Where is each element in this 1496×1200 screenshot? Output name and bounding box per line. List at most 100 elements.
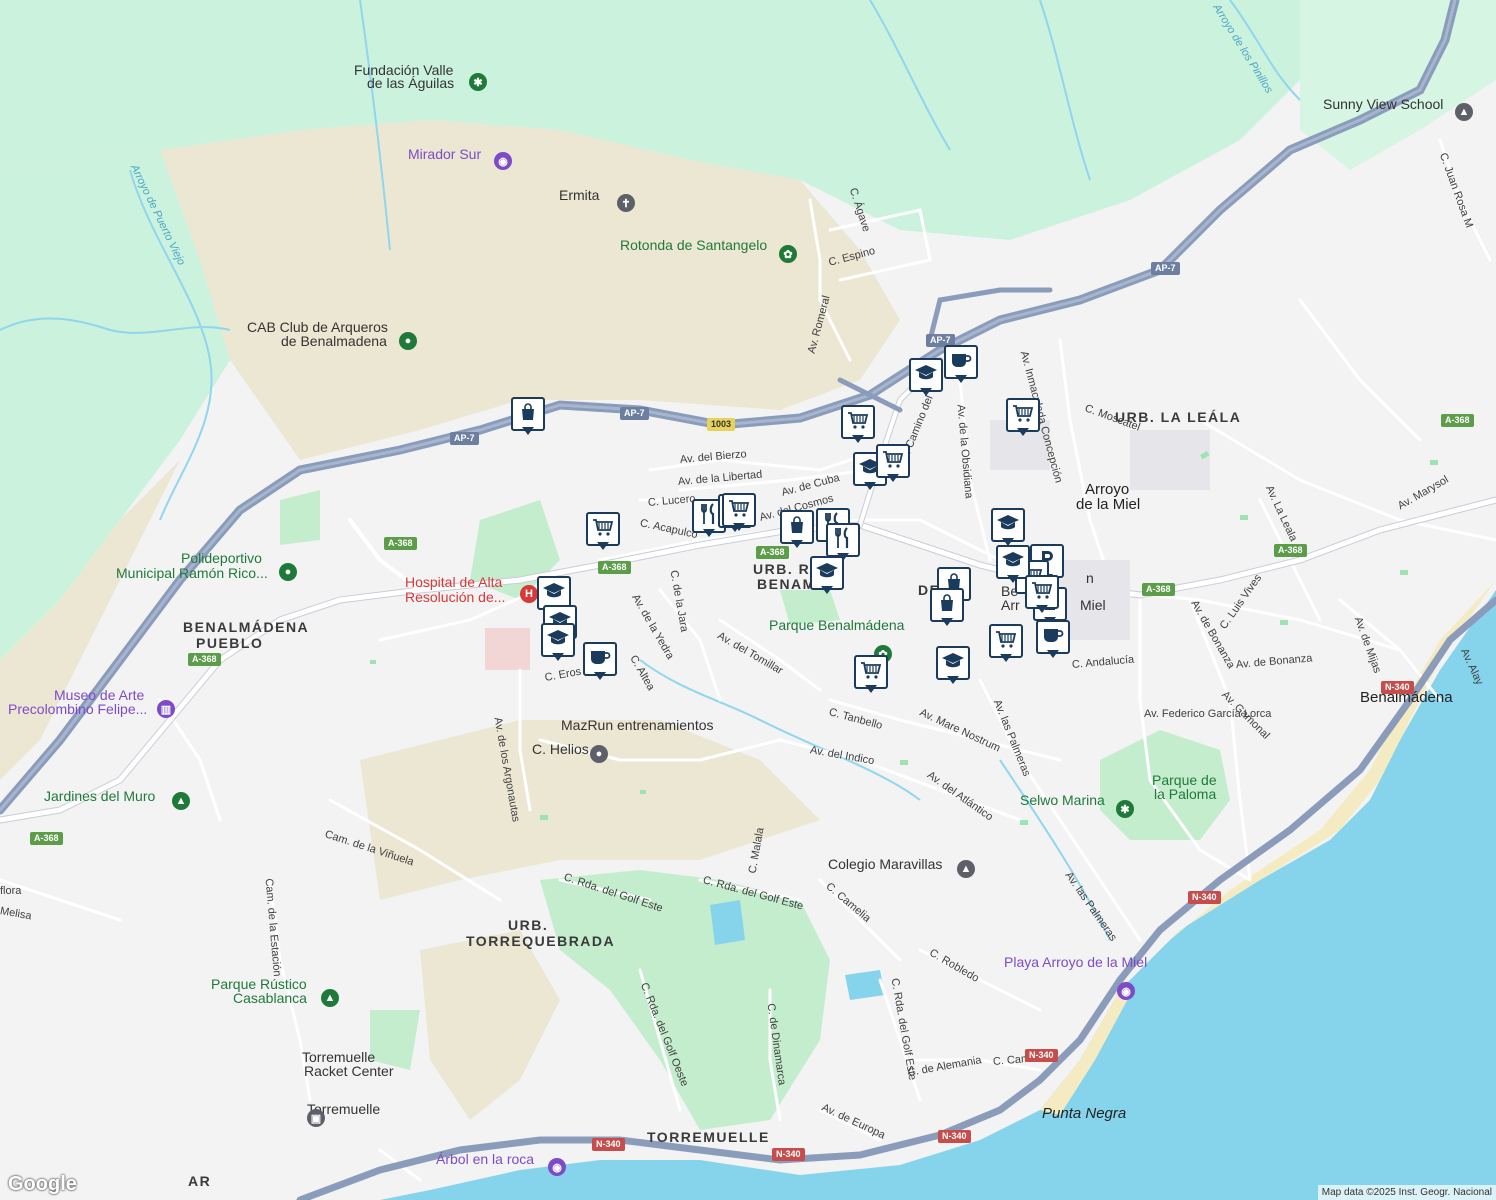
bag-icon: [937, 593, 957, 618]
poi-label[interactable]: Árbol en la roca: [436, 1152, 534, 1166]
map-marker[interactable]: [876, 444, 914, 488]
tree-icon[interactable]: ▲: [321, 989, 339, 1007]
map-marker[interactable]: [583, 642, 621, 686]
poi-label[interactable]: C. Helios: [532, 742, 589, 756]
road-shield: A-368: [598, 561, 631, 574]
poi-label[interactable]: Selwo Marina: [1020, 793, 1105, 807]
map-marker[interactable]: [930, 588, 968, 632]
poi-label[interactable]: Racket Center: [304, 1064, 393, 1078]
map-marker[interactable]: [722, 493, 760, 537]
map-marker[interactable]: [909, 358, 947, 402]
town-label[interactable]: de la Miel: [1076, 497, 1140, 512]
school-icon[interactable]: ▲: [957, 860, 975, 878]
paw-icon[interactable]: ✱: [469, 73, 487, 91]
poi-label[interactable]: Playa Arroyo de la Miel: [1004, 955, 1147, 969]
map-marker[interactable]: [541, 623, 579, 667]
cart-icon: [882, 449, 904, 474]
map-marker[interactable]: [854, 655, 892, 699]
poi-label[interactable]: Mirador Sur: [408, 147, 481, 161]
poi-label[interactable]: Resolución de...: [405, 590, 505, 604]
school-icon: [914, 364, 938, 387]
cross-icon[interactable]: ✝: [617, 194, 635, 212]
sport-icon[interactable]: ●: [399, 332, 417, 350]
map-marker[interactable]: [1025, 575, 1063, 619]
poi-label[interactable]: de Benalmadena: [281, 334, 387, 348]
road-shield: N-340: [592, 1138, 625, 1151]
sport-icon[interactable]: ●: [279, 563, 297, 581]
poi-label[interactable]: Hospital de Alta: [405, 575, 502, 589]
pond: [845, 970, 885, 1000]
train-icon[interactable]: ▣: [307, 1109, 325, 1127]
road-shield: N-340: [1025, 1049, 1058, 1062]
road-shield: N-340: [1188, 891, 1221, 904]
area-label: URB.: [508, 917, 549, 933]
school-icon: [941, 652, 965, 675]
poi-label[interactable]: Jardines del Muro: [44, 789, 155, 803]
map-marker[interactable]: [586, 512, 624, 556]
road-shield: AP-7: [450, 432, 479, 445]
poi-label[interactable]: MazRun entrenamientos: [561, 718, 714, 732]
map-marker[interactable]: [780, 510, 818, 554]
flower-icon[interactable]: ✿: [779, 245, 797, 263]
poi-label[interactable]: Colegio Maravillas: [828, 857, 942, 871]
poi-label[interactable]: Torremuelle: [302, 1050, 375, 1064]
area-label: TORREMUELLE: [647, 1129, 770, 1145]
map-marker[interactable]: [810, 556, 848, 600]
poi-label[interactable]: Sunny View School: [1323, 97, 1443, 111]
poi-label[interactable]: Municipal Ramón Rico...: [116, 566, 268, 580]
school-icon: [1001, 551, 1025, 574]
road-shield: N-340: [772, 1148, 805, 1161]
coffee-icon: [589, 647, 611, 672]
poi-label[interactable]: la Paloma: [1154, 787, 1216, 801]
poi-label[interactable]: Rotonda de Santangelo: [620, 238, 767, 252]
poi-label[interactable]: Miel: [1080, 598, 1106, 612]
map-marker[interactable]: [511, 397, 549, 441]
map-marker[interactable]: [936, 646, 974, 690]
museum-icon[interactable]: ▥: [157, 700, 175, 718]
poi-label[interactable]: n: [1086, 571, 1094, 585]
paw-icon[interactable]: ✱: [1116, 800, 1134, 818]
poi-label[interactable]: de las Águilas: [367, 76, 454, 90]
school-icon[interactable]: ▲: [1455, 103, 1473, 121]
town-label[interactable]: Arroyo: [1085, 482, 1129, 497]
cart-icon: [1031, 580, 1053, 605]
map-marker[interactable]: [1006, 398, 1044, 442]
map-canvas[interactable]: Arroyo de Puerto Viejo Arroyo de los Pini…: [0, 0, 1496, 1200]
fork-knife-icon: [699, 502, 719, 530]
poi-label[interactable]: Museo de Arte: [54, 688, 144, 702]
sport-icon[interactable]: ●: [590, 745, 608, 763]
poi-label[interactable]: Ermita: [559, 188, 599, 202]
road-shield: N-340: [938, 1130, 971, 1143]
cart-icon: [847, 410, 869, 435]
camera-icon[interactable]: ◉: [1117, 982, 1135, 1000]
road-shield: A-368: [188, 653, 221, 666]
road-shield: 1003: [707, 418, 736, 431]
poi-label[interactable]: Casablanca: [233, 991, 307, 1005]
fork-knife-icon: [833, 526, 853, 554]
poi-label[interactable]: Parque Benalmádena: [769, 618, 904, 632]
street-label: flora: [0, 885, 22, 897]
camera-icon[interactable]: ◉: [548, 1158, 566, 1176]
road-shield: A-368: [1441, 414, 1474, 427]
poi-label[interactable]: CAB Club de Arqueros: [247, 320, 388, 334]
map-marker[interactable]: [944, 345, 982, 389]
camera-icon[interactable]: ◉: [494, 152, 512, 170]
map-marker[interactable]: [841, 405, 879, 449]
poi-label[interactable]: Parque Rústico: [211, 977, 307, 991]
map-marker[interactable]: [1036, 620, 1074, 664]
poi-label[interactable]: Parque de: [1152, 773, 1217, 787]
road-shield: AP-7: [1151, 262, 1180, 275]
poi-label[interactable]: Precolombino Felipe...: [8, 702, 147, 716]
map-marker[interactable]: [989, 624, 1027, 668]
poi-label[interactable]: Polideportivo: [181, 551, 262, 565]
coffee-icon: [950, 350, 972, 375]
google-logo: Google: [8, 1173, 77, 1195]
hospital-icon[interactable]: H: [520, 585, 538, 603]
map-attribution[interactable]: Map data ©2025 Inst. Geogr. Nacional: [1317, 1185, 1496, 1200]
tree-icon[interactable]: ▲: [172, 792, 190, 810]
town-label[interactable]: Punta Negra: [1042, 1106, 1126, 1121]
pond: [710, 900, 745, 945]
road-shield: A-368: [1142, 583, 1175, 596]
coffee-icon: [1042, 625, 1064, 650]
area-label: PUEBLO: [196, 635, 264, 651]
